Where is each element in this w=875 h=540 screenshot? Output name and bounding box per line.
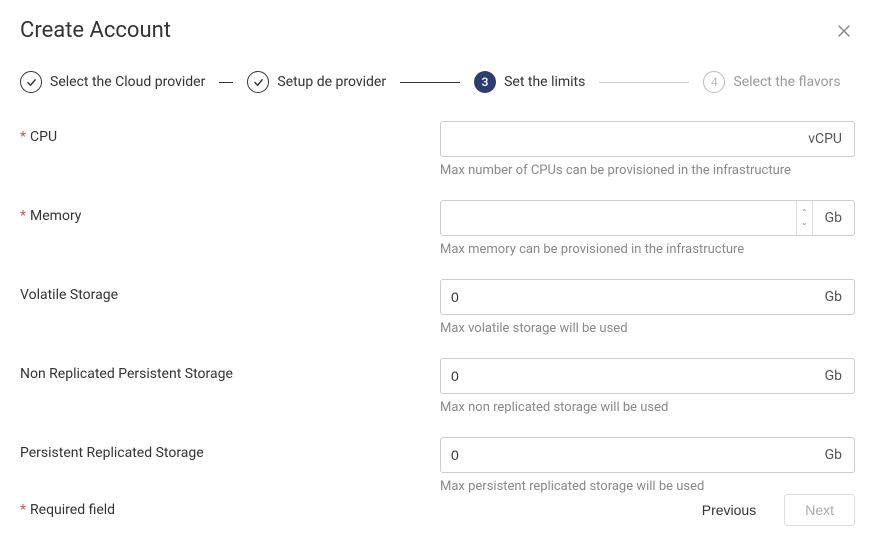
field-row-replicated: Persistent Replicated Storage Gb Max per… <box>20 437 855 494</box>
field-hint: Max memory can be provisioned in the inf… <box>440 242 855 257</box>
step-1[interactable]: Select the Cloud provider <box>20 71 205 93</box>
required-note-text: Required field <box>30 502 115 518</box>
step-connector <box>219 82 233 83</box>
nonreplicated-input[interactable] <box>441 359 813 393</box>
check-icon <box>20 71 42 93</box>
field-hint: Max persistent replicated storage will b… <box>440 479 855 494</box>
step-4: 4 Select the flavors <box>703 71 840 93</box>
previous-button[interactable]: Previous <box>702 502 756 518</box>
field-hint: Max volatile storage will be used <box>440 321 855 336</box>
volatile-input-group: Gb <box>440 279 855 315</box>
chevron-down-icon[interactable]: ⌄ <box>801 218 808 228</box>
close-button[interactable] <box>833 20 855 42</box>
field-row-memory: *Memory ⌃ ⌄ Gb Max memory can be provisi… <box>20 200 855 257</box>
label-text: Persistent Replicated Storage <box>20 445 204 461</box>
volatile-input[interactable] <box>441 280 813 314</box>
step-label: Setup de provider <box>277 74 386 90</box>
step-number-icon: 3 <box>474 71 496 93</box>
field-label: Volatile Storage <box>20 279 440 303</box>
wizard-stepper: Select the Cloud provider Setup de provi… <box>20 71 855 93</box>
step-label: Set the limits <box>504 74 585 90</box>
chevron-up-icon[interactable]: ⌃ <box>801 208 808 218</box>
label-text: CPU <box>30 129 57 145</box>
next-button[interactable]: Next <box>784 494 855 526</box>
step-label: Select the flavors <box>733 74 840 90</box>
dialog-footer: *Required field Previous Next <box>20 494 855 526</box>
label-text: Memory <box>30 208 81 224</box>
required-marker: * <box>20 208 26 224</box>
field-row-cpu: *CPU vCPU Max number of CPUs can be prov… <box>20 121 855 178</box>
step-2[interactable]: Setup de provider <box>247 71 386 93</box>
step-connector <box>400 82 460 83</box>
step-connector <box>599 82 689 83</box>
label-text: Volatile Storage <box>20 287 118 303</box>
memory-input-group: ⌃ ⌄ Gb <box>440 200 855 236</box>
replicated-input-group: Gb <box>440 437 855 473</box>
unit-label: Gb <box>813 438 854 472</box>
required-note: *Required field <box>20 502 115 518</box>
field-label: Persistent Replicated Storage <box>20 437 440 461</box>
dialog-header: Create Account <box>20 18 855 43</box>
unit-label: Gb <box>813 359 854 393</box>
required-marker: * <box>20 502 26 518</box>
memory-input[interactable] <box>441 201 796 235</box>
cpu-input[interactable] <box>441 122 796 156</box>
field-row-volatile: Volatile Storage Gb Max volatile storage… <box>20 279 855 336</box>
unit-label: vCPU <box>796 122 854 156</box>
field-label: *CPU <box>20 121 440 145</box>
field-label: Non Replicated Persistent Storage <box>20 358 440 382</box>
unit-label: Gb <box>813 280 854 314</box>
label-text: Non Replicated Persistent Storage <box>20 366 233 382</box>
dialog-title: Create Account <box>20 18 171 43</box>
memory-stepper[interactable]: ⌃ ⌄ <box>796 201 813 235</box>
replicated-input[interactable] <box>441 438 813 472</box>
step-number-icon: 4 <box>703 71 725 93</box>
unit-label: Gb <box>813 201 854 235</box>
required-marker: * <box>20 129 26 145</box>
close-icon <box>836 23 852 39</box>
field-hint: Max number of CPUs can be provisioned in… <box>440 163 855 178</box>
nonreplicated-input-group: Gb <box>440 358 855 394</box>
check-icon <box>247 71 269 93</box>
field-row-nonreplicated: Non Replicated Persistent Storage Gb Max… <box>20 358 855 415</box>
cpu-input-group: vCPU <box>440 121 855 157</box>
field-label: *Memory <box>20 200 440 224</box>
field-hint: Max non replicated storage will be used <box>440 400 855 415</box>
step-label: Select the Cloud provider <box>50 74 205 90</box>
step-3: 3 Set the limits <box>474 71 585 93</box>
